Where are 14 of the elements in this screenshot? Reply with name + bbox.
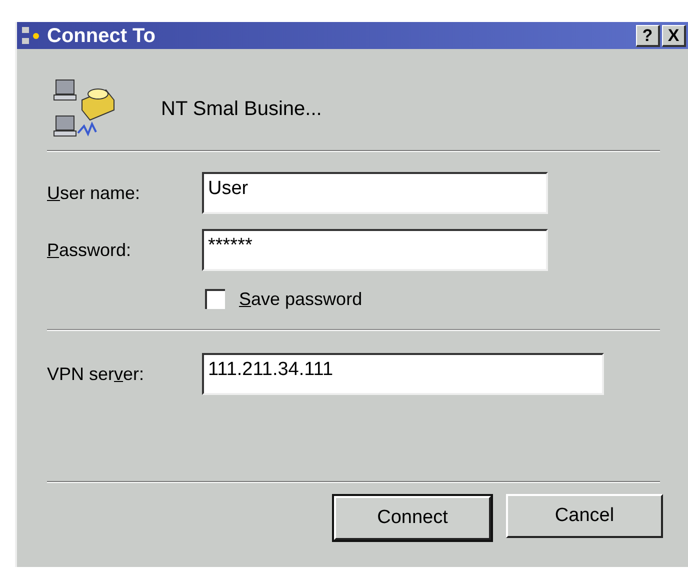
window-title: Connect To [47,24,156,48]
close-button[interactable]: X [662,24,686,46]
field-label: Password: [47,238,132,262]
checkbox-label: Save password [239,288,362,311]
cancel-button[interactable]: Cancel [506,494,663,538]
checkbox[interactable] [205,289,225,309]
field-label: User name: [47,182,142,204]
connection-name: NT Smal Busine... [161,97,322,122]
server-field[interactable]: 111.211.34.111 [202,353,604,395]
username-field[interactable]: User [202,172,548,214]
field-label: VPN server: [47,362,146,386]
password-field[interactable]: ****** [202,229,548,271]
connect-button[interactable]: Connect [334,496,491,540]
help-button[interactable]: ? [636,24,660,46]
